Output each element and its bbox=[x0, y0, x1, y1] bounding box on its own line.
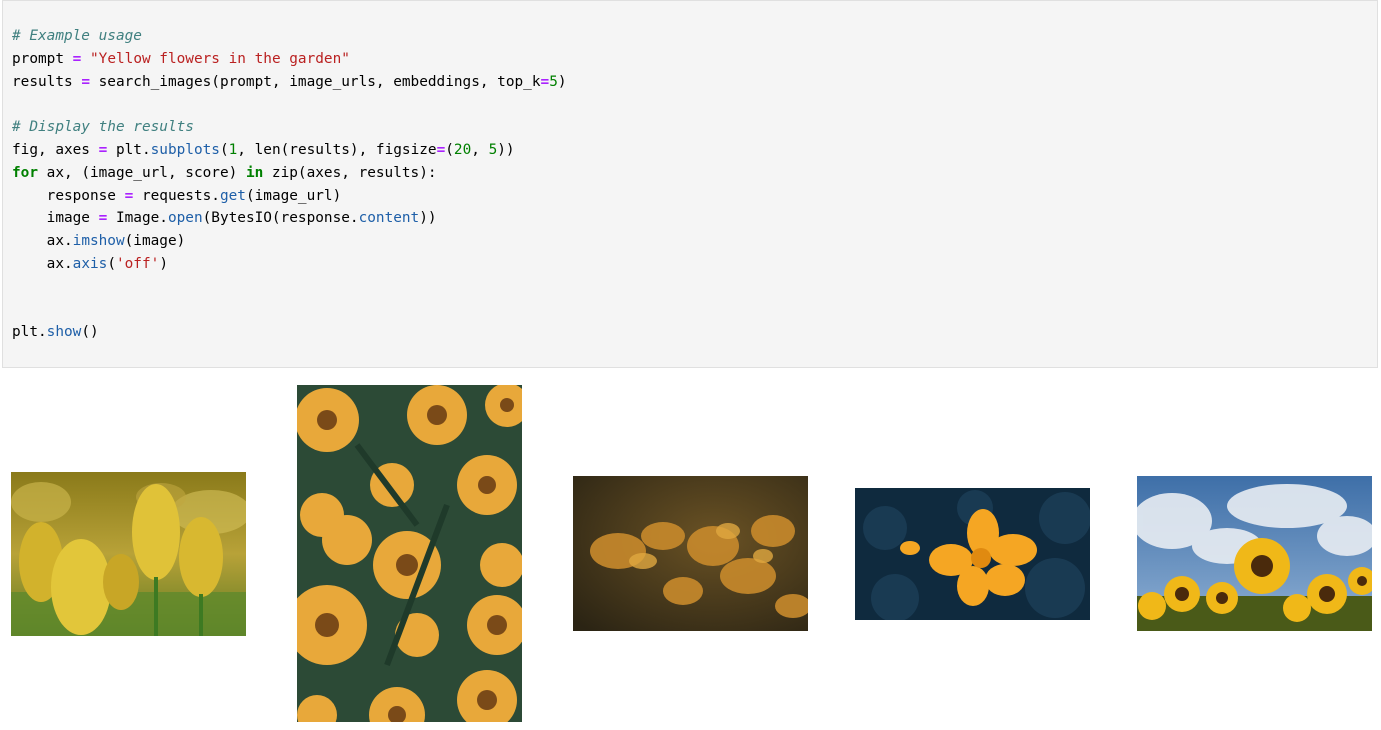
code-token: ( bbox=[107, 255, 116, 272]
code-line: response = requests.get(image_url) bbox=[12, 185, 567, 208]
code-token: zip(axes, results): bbox=[263, 164, 437, 181]
code-line: prompt = "Yellow flowers in the garden" bbox=[12, 48, 567, 71]
code-token: 20 bbox=[453, 141, 472, 158]
code-line: results = search_images(prompt, image_ur… bbox=[12, 71, 567, 94]
code-token: fig, axes bbox=[12, 141, 99, 158]
code-line: plt.show() bbox=[12, 321, 567, 344]
code-token: = bbox=[124, 187, 134, 204]
code-token: ax, (image_url, score) bbox=[38, 164, 246, 181]
orange-daisies-image bbox=[297, 385, 522, 722]
code-token: ) bbox=[557, 73, 567, 90]
code-token: results bbox=[12, 73, 82, 90]
code-line: for ax, (image_url, score) in zip(axes, … bbox=[12, 162, 567, 185]
code-token: ax. bbox=[12, 233, 73, 250]
code-token: 5 bbox=[488, 141, 498, 158]
code-token: = bbox=[98, 141, 108, 158]
code-token: imshow bbox=[72, 233, 125, 250]
code-token: (image_url) bbox=[245, 187, 342, 204]
sunflowers-sky-image bbox=[1137, 476, 1372, 631]
code-cell[interactable]: # Example usage prompt = "Yellow flowers … bbox=[2, 0, 1378, 368]
code-line: # Example usage bbox=[12, 25, 567, 48]
code-token: , len(results), figsize bbox=[237, 141, 437, 158]
yellow-tulips-image bbox=[11, 472, 246, 636]
code-token: axis bbox=[72, 255, 108, 272]
code-token: (BytesIO(response. bbox=[202, 210, 359, 227]
code-token: requests. bbox=[133, 187, 220, 204]
code-token: , bbox=[471, 141, 489, 158]
code-line: ax.imshow(image) bbox=[12, 230, 567, 253]
code-token: 1 bbox=[228, 141, 238, 158]
code-token: response bbox=[12, 187, 125, 204]
code-token: () bbox=[81, 324, 99, 341]
dried-orange-flowers-image bbox=[573, 476, 808, 631]
code-token: = bbox=[436, 141, 446, 158]
code-token: plt. bbox=[107, 141, 151, 158]
orange-cosmos-flower-image bbox=[855, 488, 1090, 620]
code-token: search_images(prompt, image_urls, embedd… bbox=[89, 73, 541, 90]
code-token: )) bbox=[497, 141, 515, 158]
code-token: # Display the results bbox=[12, 119, 194, 136]
code-token: = bbox=[81, 73, 90, 90]
code-editor[interactable]: # Example usage prompt = "Yellow flowers … bbox=[12, 25, 567, 344]
code-token: ( bbox=[219, 141, 229, 158]
code-token: subplots bbox=[150, 141, 220, 158]
code-token: show bbox=[46, 324, 82, 341]
code-token: get bbox=[219, 187, 246, 204]
code-token: "Yellow flowers in the garden" bbox=[90, 50, 350, 67]
code-token: content bbox=[358, 210, 420, 227]
code-line: ax.axis('off') bbox=[12, 253, 567, 276]
code-token: = bbox=[540, 73, 550, 90]
code-token: # Example usage bbox=[12, 28, 142, 44]
code-token: 5 bbox=[549, 73, 558, 90]
code-token: prompt bbox=[12, 50, 73, 67]
code-token: in bbox=[245, 164, 264, 181]
code-token: ax. bbox=[12, 255, 73, 272]
code-line: image = Image.open(BytesIO(response.cont… bbox=[12, 207, 567, 230]
code-token: )) bbox=[419, 210, 437, 227]
code-line: fig, axes = plt.subplots(1, len(results)… bbox=[12, 139, 567, 162]
code-token: = bbox=[98, 210, 108, 227]
code-token: Image. bbox=[107, 210, 168, 227]
code-token: open bbox=[167, 210, 203, 227]
code-token: for bbox=[12, 164, 38, 181]
code-token: ( bbox=[445, 141, 454, 158]
code-token: 'off' bbox=[115, 255, 160, 272]
code-line: # Display the results bbox=[12, 116, 567, 139]
code-token: image bbox=[12, 210, 99, 227]
code-token: plt. bbox=[12, 324, 47, 341]
code-token: ) bbox=[159, 255, 168, 272]
code-token: (image) bbox=[124, 233, 186, 250]
